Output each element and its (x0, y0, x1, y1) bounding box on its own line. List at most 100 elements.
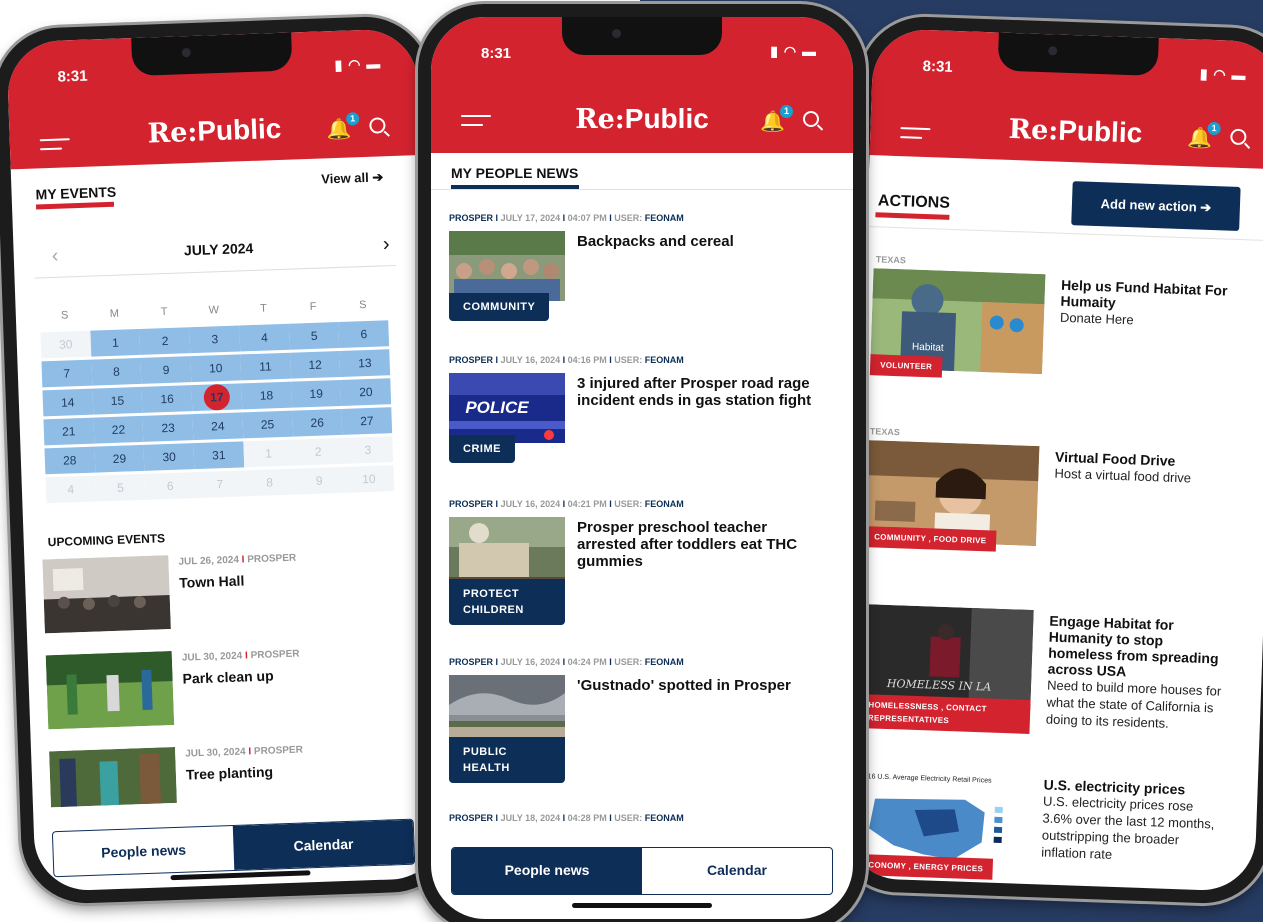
calendar-day[interactable]: 3 (342, 436, 394, 464)
news-meta: PROSPER I JULY 17, 2024 I 04:07 PM I USE… (449, 213, 684, 223)
calendar-day[interactable]: 30 (143, 443, 195, 471)
calendar-day[interactable]: 1 (243, 439, 294, 468)
calendar-day[interactable]: 9 (140, 356, 192, 384)
calendar-day[interactable]: 8 (91, 357, 142, 386)
action-description: Donate Here (1059, 309, 1134, 328)
calendar-grid: S M T W T F S 30 1 2 3 4 5 6 7 8 9 10 11 12 13 14 15 16 17 18 19 20… (39, 291, 395, 506)
calendar-day[interactable]: 23 (142, 414, 194, 442)
section-title: MY EVENTS (35, 183, 117, 203)
news-title: Backpacks and cereal (577, 233, 734, 250)
weekday-label: M (109, 307, 120, 320)
news-tag: CRIME (449, 435, 515, 463)
action-title: Engage Habitat for Humanity to stop home… (1046, 613, 1226, 734)
news-photo (449, 675, 565, 745)
news-item[interactable]: PROSPER I JULY 18, 2024 I 04:28 PM I USE… (449, 813, 829, 829)
status-time: 8:31 (922, 57, 953, 76)
calendar-day[interactable]: 21 (43, 417, 95, 446)
calendar-day[interactable]: 22 (93, 415, 144, 444)
calendar-day[interactable]: 7 (41, 359, 93, 388)
calendar-day[interactable]: 5 (288, 321, 340, 350)
news-title: 'Gustnado' spotted in Prosper (577, 677, 791, 694)
calendar-day[interactable]: 6 (144, 472, 196, 500)
action-item[interactable]: 2016 U.S. Average Electricity Retail Pri… (849, 754, 1219, 880)
action-title: Virtual Food Drive Host a virtual food dr… (1054, 449, 1231, 488)
calendar-day[interactable]: 30 (40, 330, 92, 359)
tab-calendar[interactable]: Calendar (232, 819, 415, 870)
calendar-day[interactable]: 4 (239, 323, 290, 352)
calendar-day[interactable]: 10 (343, 465, 395, 493)
news-title: Prosper preschool teacher arrested after… (577, 519, 798, 570)
tab-people-news[interactable]: People news (452, 848, 642, 894)
calendar-day[interactable]: 4 (45, 475, 97, 504)
event-item[interactable]: JUL 30, 2024 I PROSPER Park clean up (45, 644, 388, 730)
next-month-chevron-icon[interactable]: › (383, 233, 390, 256)
action-tag: HOMELESSNESS , CONTACT REPRESENTATIVES (857, 693, 1031, 734)
calendar-day[interactable]: 3 (189, 325, 241, 354)
month-label: JULY 2024 (183, 239, 254, 259)
notification-bell-icon[interactable]: 🔔 1 (326, 112, 360, 142)
phone-actions: 8:31 ▮ ◠ ▬ Re:Public 🔔 1 ACTIONS Add new … (830, 14, 1263, 906)
action-item[interactable]: TEXAS Habitat VOLUNTEER Help us Fund Hab… (866, 254, 1236, 378)
calendar-day[interactable]: 2 (139, 327, 191, 355)
news-item[interactable]: PROSPER I JULY 17, 2024 I 04:07 PM I USE… (449, 213, 829, 331)
calendar-day[interactable]: 27 (341, 407, 393, 435)
calendar-day[interactable]: 12 (289, 350, 341, 379)
notification-bell-icon[interactable]: 🔔 1 (760, 105, 793, 134)
calendar-day[interactable]: 10 (190, 354, 242, 383)
calendar-day[interactable]: 8 (244, 468, 295, 497)
search-icon[interactable] (369, 117, 386, 134)
news-photo: POLICE (449, 373, 565, 443)
calendar-day[interactable]: 20 (340, 378, 392, 406)
svg-text:Habitat: Habitat (912, 342, 944, 354)
calendar-day[interactable]: 28 (44, 446, 96, 475)
calendar-day[interactable]: 19 (290, 379, 342, 408)
news-meta: PROSPER I JULY 16, 2024 I 04:21 PM I USE… (449, 499, 684, 509)
calendar-day[interactable]: 7 (194, 470, 246, 499)
screen: 8:31 ▮ ◠ ▬ Re:Public 🔔 1 MY EVENTS View a… (6, 28, 446, 892)
calendar-day[interactable]: 25 (242, 410, 293, 439)
news-tag: PROTECT CHILDREN (449, 579, 565, 625)
news-photo (449, 231, 565, 301)
calendar-day[interactable]: 5 (95, 473, 146, 502)
action-description: Need to build more houses for what the s… (1045, 677, 1222, 731)
today-marker[interactable]: 17 (203, 383, 231, 411)
action-item[interactable]: TEXAS COMMUNITY , FOOD DRIVE Virtual Foo… (860, 426, 1230, 552)
calendar-day[interactable]: 2 (292, 437, 344, 466)
calendar-day[interactable]: 29 (94, 444, 145, 473)
tab-calendar[interactable]: Calendar (642, 848, 832, 894)
news-item[interactable]: PROSPER I JULY 16, 2024 I 04:24 PM I USE… (449, 657, 829, 793)
calendar-day[interactable]: 26 (291, 408, 343, 437)
news-item[interactable]: PROSPER I JULY 16, 2024 I 04:21 PM I USE… (449, 499, 829, 635)
search-icon[interactable] (803, 111, 819, 127)
add-new-action-button[interactable]: Add new action ➔ (1071, 181, 1241, 231)
calendar-day[interactable]: 24 (192, 412, 244, 441)
calendar-day[interactable]: 9 (293, 466, 345, 495)
event-item[interactable]: JUL 26, 2024 I PROSPER Town Hall (42, 548, 384, 634)
svg-text:POLICE: POLICE (465, 398, 529, 417)
upcoming-events-title: UPCOMING EVENTS (47, 531, 166, 550)
action-item[interactable]: HOMELESS IN LA HOMELESSNESS , CONTACT RE… (854, 590, 1224, 734)
calendar-day[interactable]: 6 (338, 320, 390, 348)
calendar-day[interactable]: 11 (240, 352, 291, 381)
calendar-day[interactable]: 31 (193, 441, 245, 470)
calendar-day[interactable]: 13 (339, 349, 391, 377)
news-meta: PROSPER I JULY 16, 2024 I 04:24 PM I USE… (449, 657, 684, 667)
calendar-day[interactable]: 15 (92, 386, 143, 415)
notification-bell-icon[interactable]: 🔔 1 (1187, 121, 1221, 151)
search-icon[interactable] (1230, 128, 1247, 146)
event-meta: JUL 30, 2024 I PROSPER (185, 744, 304, 760)
event-item[interactable]: JUL 30, 2024 I PROSPER Tree planting (49, 739, 391, 808)
calendar-day[interactable]: 17 (191, 383, 243, 412)
notch (997, 32, 1159, 77)
tab-people-news[interactable]: People news (53, 826, 234, 876)
app-header: 8:31 ▮ ◠ ▬ Re:Public 🔔 1 (6, 28, 421, 170)
news-meta: PROSPER I JULY 16, 2024 I 04:16 PM I USE… (449, 355, 684, 365)
calendar-day[interactable]: 18 (241, 381, 292, 410)
calendar-day[interactable]: 16 (141, 385, 193, 413)
event-title: Town Hall (178, 572, 245, 591)
calendar-day[interactable]: 14 (42, 388, 94, 417)
view-all-link[interactable]: View all ➔ (321, 169, 384, 187)
screen: 8:31 ▮ ◠ ▬ Re:Public 🔔 1 ACTIONS Add new … (844, 28, 1263, 892)
news-item[interactable]: PROSPER I JULY 16, 2024 I 04:16 PM I USE… (449, 355, 829, 479)
calendar-day[interactable]: 1 (90, 328, 141, 357)
